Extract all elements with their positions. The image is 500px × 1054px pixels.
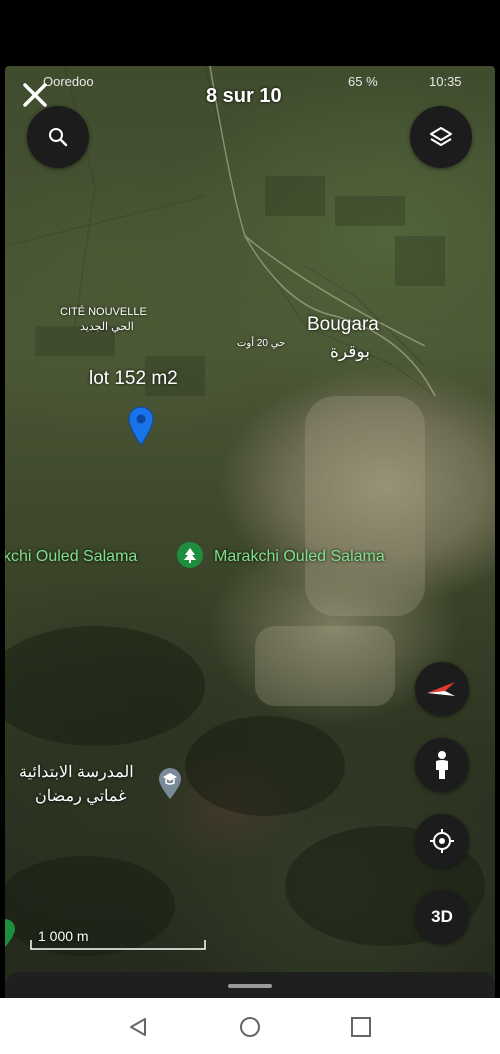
compass-button[interactable] — [415, 662, 469, 716]
map-pin-icon — [128, 406, 154, 446]
place-small-ar: حي 20 أوت — [237, 338, 286, 349]
drag-handle[interactable] — [228, 984, 272, 988]
location-pin[interactable] — [126, 404, 156, 446]
place-school-line2: غماتي رمضان — [35, 788, 127, 805]
layers-button[interactable] — [410, 106, 472, 168]
place-marakchi-right: Marakchi Ouled Salama — [214, 548, 385, 565]
place-cite-nouvelle-ar: الحي الجديد — [80, 321, 134, 333]
place-school-line1: المدرسة الابتدائية — [19, 764, 134, 781]
place-marakchi-left: kchi Ouled Salama — [5, 548, 138, 565]
bottom-sheet[interactable] — [5, 972, 495, 998]
back-triangle-icon — [130, 1018, 146, 1036]
time-text: 10:35 — [429, 74, 462, 89]
street-view-button[interactable] — [415, 738, 469, 792]
back-button[interactable] — [127, 1016, 149, 1038]
layers-icon — [430, 127, 452, 146]
school-pin-icon — [159, 768, 181, 799]
search-button[interactable] — [27, 106, 89, 168]
home-circle-icon — [240, 1017, 260, 1037]
image-counter: 8 sur 10 — [206, 85, 282, 107]
tree-icon — [5, 919, 15, 947]
close-icon — [23, 83, 47, 107]
park-marker[interactable] — [177, 542, 203, 568]
battery-text: 65 % — [348, 74, 378, 89]
place-bougara-ar: بوقرة — [330, 342, 370, 361]
pegman-icon — [436, 751, 448, 779]
tree-icon — [184, 548, 196, 563]
system-navigation-bar — [0, 998, 500, 1054]
recents-square-icon — [351, 1017, 371, 1037]
partial-park-marker[interactable] — [5, 918, 17, 948]
top-black-bar — [0, 0, 500, 66]
carrier-text: Ooredoo — [43, 74, 94, 89]
compass-icon — [427, 682, 455, 696]
place-bougara-fr: Bougara — [307, 314, 379, 335]
place-cite-nouvelle-fr: CITÉ NOUVELLE — [60, 306, 147, 318]
my-location-button[interactable] — [415, 814, 469, 868]
search-icon — [49, 128, 68, 147]
school-marker[interactable] — [157, 766, 183, 800]
my-location-icon — [430, 829, 454, 853]
scale-bar — [30, 940, 206, 950]
close-button[interactable] — [20, 80, 50, 110]
home-button[interactable] — [239, 1016, 261, 1038]
satellite-map[interactable]: Ooredoo 65 % 10:35 8 sur 10 CITÉ NOUVELL… — [5, 66, 495, 996]
pin-label: lot 152 m2 — [89, 368, 178, 389]
recents-button[interactable] — [350, 1016, 372, 1038]
3d-button[interactable]: 3D — [415, 890, 469, 944]
